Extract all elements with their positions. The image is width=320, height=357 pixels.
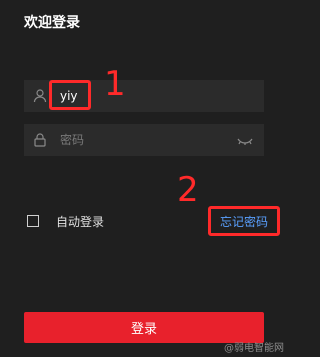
auto-login-label: 自动登录 xyxy=(56,215,105,229)
annotation-box-username xyxy=(49,80,91,110)
watermark: @弱电智能网 xyxy=(224,343,284,354)
page-title: 欢迎登录 xyxy=(24,15,80,31)
password-field[interactable]: 密码 xyxy=(24,124,264,156)
lock-icon xyxy=(34,133,46,147)
auto-login-checkbox[interactable] xyxy=(27,215,39,227)
password-placeholder: 密码 xyxy=(60,133,85,147)
annotation-number-2: 2 xyxy=(177,170,199,210)
eye-closed-icon[interactable] xyxy=(236,132,254,148)
user-icon xyxy=(33,89,47,103)
forgot-password-link[interactable]: 忘记密码 xyxy=(208,206,280,236)
annotation-number-1: 1 xyxy=(104,64,126,104)
